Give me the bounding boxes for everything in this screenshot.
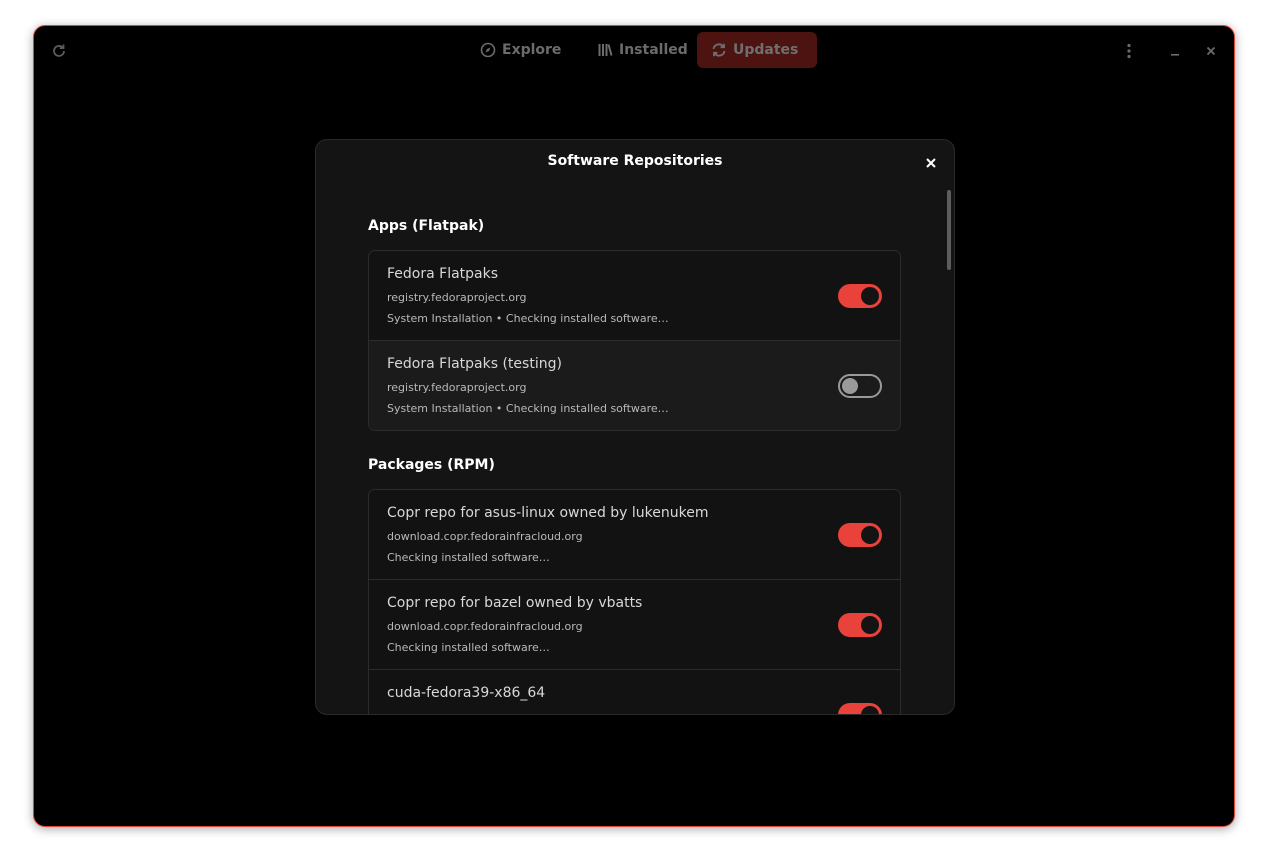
main-menu-button[interactable] [1116, 38, 1142, 64]
switch-knob [861, 616, 879, 634]
refresh-button[interactable] [46, 38, 72, 64]
repo-row[interactable]: Fedora Flatpaks (testing) registry.fedor… [369, 340, 900, 430]
flatpak-repo-list: Fedora Flatpaks registry.fedoraproject.o… [368, 250, 901, 431]
header-bar: Explore Installed Updates [34, 26, 1234, 76]
repo-name: cuda-fedora39-x86_64 [387, 685, 546, 701]
refresh-icon [712, 43, 726, 57]
repo-url: download.copr.fedorainfracloud.org [387, 530, 583, 543]
section-title-rpm: Packages (RPM) [368, 457, 495, 473]
repo-name: Fedora Flatpaks (testing) [387, 356, 562, 372]
tab-updates-label: Updates [733, 42, 799, 58]
repo-name: Copr repo for bazel owned by vbatts [387, 595, 643, 611]
switch-knob [842, 378, 858, 394]
repo-enable-switch[interactable] [838, 523, 882, 547]
switch-knob [861, 706, 879, 714]
repo-row[interactable]: Fedora Flatpaks registry.fedoraproject.o… [369, 251, 900, 340]
repo-url: registry.fedoraproject.org [387, 381, 527, 394]
repo-name: Copr repo for asus-linux owned by lukenu… [387, 505, 709, 521]
repo-detail: Checking installed software… [387, 641, 550, 654]
dialog-close-button[interactable] [920, 152, 942, 174]
repo-row[interactable]: Copr repo for bazel owned by vbatts down… [369, 579, 900, 669]
tab-updates[interactable]: Updates [697, 32, 817, 68]
switch-knob [861, 526, 879, 544]
repo-detail: System Installation • Checking installed… [387, 402, 669, 415]
window-close-button[interactable] [1198, 38, 1224, 64]
repo-detail: Checking installed software… [387, 551, 550, 564]
repo-enable-switch[interactable] [838, 374, 882, 398]
rpm-repo-list: Copr repo for asus-linux owned by lukenu… [368, 489, 901, 714]
software-repositories-dialog: Software Repositories Apps (Flatpak) Fed… [315, 139, 955, 715]
tab-installed[interactable]: Installed [583, 32, 707, 68]
compass-icon [480, 42, 496, 58]
repositories-content: Apps (Flatpak) Fedora Flatpaks registry.… [368, 218, 901, 714]
app-window: Explore Installed Updates Software Repos… [33, 25, 1235, 827]
minimize-icon [1171, 54, 1179, 56]
dialog-title: Software Repositories [547, 153, 723, 169]
repo-row[interactable]: Copr repo for asus-linux owned by lukenu… [369, 490, 900, 579]
tab-explore-label: Explore [502, 42, 562, 58]
repo-url: download.copr.fedorainfracloud.org [387, 620, 583, 633]
repo-name: Fedora Flatpaks [387, 266, 499, 282]
repo-detail: System Installation • Checking installed… [387, 312, 669, 325]
repo-row[interactable]: cuda-fedora39-x86_64 [369, 669, 900, 714]
kebab-menu-icon [1127, 43, 1131, 59]
repo-enable-switch[interactable] [838, 703, 882, 714]
repositories-scroll-area[interactable]: Apps (Flatpak) Fedora Flatpaks registry.… [316, 190, 954, 714]
library-icon [598, 44, 613, 56]
close-icon [926, 158, 936, 168]
minimize-button[interactable] [1162, 38, 1188, 64]
repo-enable-switch[interactable] [838, 284, 882, 308]
scrollbar[interactable] [947, 190, 951, 270]
close-icon [1206, 46, 1216, 56]
tab-installed-label: Installed [619, 42, 688, 58]
repo-enable-switch[interactable] [838, 613, 882, 637]
section-title-flatpak: Apps (Flatpak) [368, 218, 485, 234]
switch-knob [861, 287, 879, 305]
refresh-icon [53, 44, 65, 57]
tab-explore[interactable]: Explore [466, 32, 584, 68]
repo-url: registry.fedoraproject.org [387, 291, 527, 304]
